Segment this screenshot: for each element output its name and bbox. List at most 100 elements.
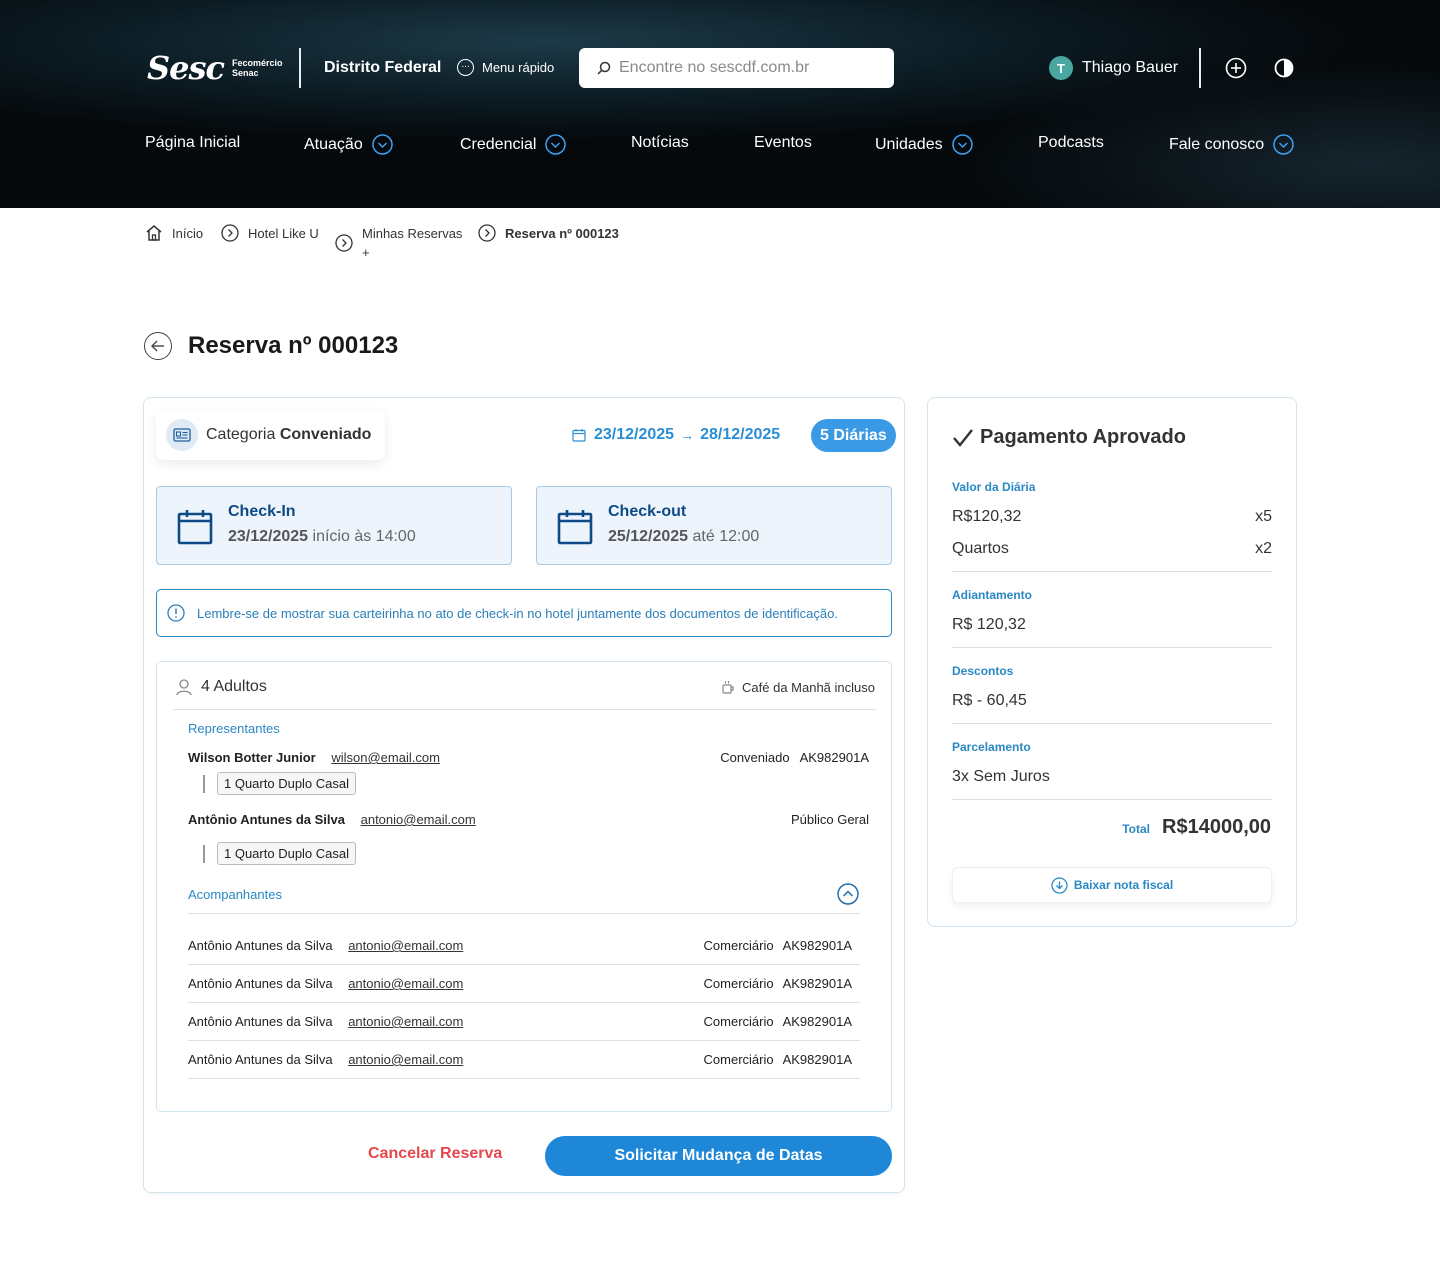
divider — [299, 48, 301, 88]
calendar-icon — [572, 429, 586, 442]
breadcrumb-hotel[interactable]: Hotel Like U — [221, 224, 319, 243]
sesc-logo[interactable]: Sesc Fecomércio Senac — [147, 49, 283, 87]
cancel-reservation-button[interactable]: Cancelar Reserva — [368, 1145, 502, 1163]
guest-category: Comerciário AK982901A — [704, 1014, 852, 1029]
category-label: Conveniado — [720, 750, 790, 765]
nav-item-atuacao[interactable]: Atuação — [304, 134, 393, 155]
avatar: T — [1049, 56, 1073, 80]
breadcrumb-current: Reserva nº 000123 — [478, 224, 619, 243]
companion-row: Antônio Antunes da Silva antonio@email.c… — [188, 965, 860, 1003]
chevron-up-icon[interactable] — [837, 883, 859, 905]
divider — [188, 913, 860, 914]
search-input[interactable] — [619, 59, 879, 77]
search-icon — [597, 61, 611, 75]
guest-email-link[interactable]: antonio@email.com — [348, 938, 463, 953]
guest-code: AK982901A — [799, 750, 869, 765]
plus-circle-icon[interactable] — [1224, 56, 1248, 80]
region-label[interactable]: Distrito Federal — [324, 59, 441, 77]
guest-email-link[interactable]: antonio@email.com — [348, 1014, 463, 1029]
nav-item-unidades[interactable]: Unidades — [875, 134, 973, 155]
nav-item-pagina-inicial[interactable]: Página Inicial — [145, 134, 240, 152]
breadcrumb-minhas-reservas[interactable] — [335, 234, 353, 252]
user-menu[interactable]: T Thiago Bauer — [1049, 56, 1178, 80]
guest-name: Antônio Antunes da Silva — [188, 976, 333, 991]
logo-wordmark: Sesc — [147, 49, 225, 87]
category-pill: Categoria Conveniado — [156, 410, 386, 460]
guest-code: AK982901A — [782, 976, 852, 991]
installments-label: Parcelamento — [952, 740, 1031, 754]
breadcrumb-label: Reserva nº 000123 — [505, 226, 619, 241]
user-icon — [176, 679, 192, 696]
back-button[interactable] — [144, 332, 172, 360]
nav-item-noticias[interactable]: Notícias — [631, 134, 689, 152]
home-icon — [146, 225, 162, 241]
daily-value: R$120,32 — [952, 508, 1022, 525]
nav-item-credencial[interactable]: Credencial — [460, 134, 567, 155]
guest-email-link[interactable]: antonio@email.com — [361, 812, 476, 827]
room-tag: 1 Quarto Duplo Casal — [217, 842, 357, 865]
divider — [1199, 48, 1201, 88]
calendar-icon — [557, 510, 593, 545]
category-prefix: Categoria — [206, 426, 276, 443]
guest-email-link[interactable]: wilson@email.com — [331, 750, 440, 765]
indent-bar — [203, 774, 205, 793]
main-nav: Página Inicial Atuação Credencial Notíci… — [145, 134, 1295, 162]
adults-label: 4 Adultos — [201, 678, 267, 695]
breadcrumb-suffix: + — [362, 245, 370, 260]
category-label: Público Geral — [790, 812, 869, 827]
category-label: Comerciário — [703, 1052, 774, 1067]
representatives-label: Representantes — [188, 721, 280, 736]
chevron-down-icon — [545, 134, 567, 155]
guest-email-link[interactable]: antonio@email.com — [348, 1052, 463, 1067]
companion-row: Antônio Antunes da Silva antonio@email.c… — [188, 1003, 860, 1041]
guest-email-link[interactable]: antonio@email.com — [348, 976, 463, 991]
payment-status: Pagamento Aprovado — [952, 426, 1186, 449]
guest-code: AK982901A — [782, 1052, 852, 1067]
nav-label: Fale conosco — [1169, 135, 1265, 153]
checkin-notice: Lembre-se de mostrar sua carteirinha no … — [156, 589, 892, 637]
checkin-date: 23/12/2025 — [228, 528, 309, 545]
checkin-title: Check-In — [228, 503, 296, 520]
rooms-row: Quartos x2 — [952, 540, 1272, 558]
companions-label: Acompanhantes — [188, 887, 282, 902]
chevron-right-icon — [335, 234, 353, 252]
advance-label: Adiantamento — [952, 588, 1033, 602]
guest-category: Público Geral — [791, 812, 869, 827]
quick-menu-button[interactable]: ... Menu rápido — [457, 59, 554, 76]
contrast-icon[interactable] — [1272, 56, 1296, 80]
guest-name: Antônio Antunes da Silva — [188, 1052, 333, 1067]
nav-item-eventos[interactable]: Eventos — [754, 134, 812, 152]
nav-label: Página Inicial — [145, 134, 241, 151]
download-invoice-button[interactable]: Baixar nota fiscal — [952, 867, 1272, 903]
discount-label: Descontos — [952, 664, 1014, 678]
date-end: 28/12/2025 — [700, 426, 781, 443]
chevron-down-icon — [951, 134, 973, 155]
category-label: Comerciário — [703, 976, 774, 991]
checkout-box: Check-out 25/12/2025 até 12:00 — [536, 486, 892, 565]
total-label: Total — [1122, 822, 1151, 836]
breadcrumb-minhas-reservas-label[interactable]: Minhas Reservas + — [362, 224, 462, 262]
search-box[interactable] — [579, 48, 894, 88]
breadcrumb-inicio[interactable]: Início — [145, 224, 203, 243]
installments-value: 3x Sem Juros — [952, 768, 1050, 785]
nav-label: Eventos — [754, 134, 812, 151]
guest-category: Comerciário AK982901A — [704, 976, 852, 991]
guest-name: Antônio Antunes da Silva — [188, 812, 345, 827]
nav-label: Notícias — [631, 134, 689, 151]
logo-sub-fecomercio: Fecomércio — [231, 58, 283, 68]
nav-item-podcasts[interactable]: Podcasts — [1038, 134, 1104, 152]
coffee-icon — [722, 681, 734, 694]
rooms-qty: x2 — [1255, 540, 1272, 557]
nav-item-fale-conosco[interactable]: Fale conosco — [1169, 134, 1294, 155]
category-value: Conveniado — [279, 426, 372, 443]
adults-count: 4 Adultos — [175, 678, 267, 696]
date-range: 23/12/2025 → 28/12/2025 — [572, 426, 780, 444]
nav-label: Unidades — [875, 135, 943, 153]
id-card-icon — [166, 419, 198, 451]
change-dates-button[interactable]: Solicitar Mudança de Datas — [545, 1136, 892, 1176]
page-title: Reserva nº 000123 — [188, 332, 399, 359]
guest-code: AK982901A — [782, 1014, 852, 1029]
invoice-label: Baixar nota fiscal — [1073, 878, 1174, 892]
daily-row: R$120,32 x5 — [952, 508, 1272, 526]
more-dots-icon: ... — [457, 59, 474, 76]
